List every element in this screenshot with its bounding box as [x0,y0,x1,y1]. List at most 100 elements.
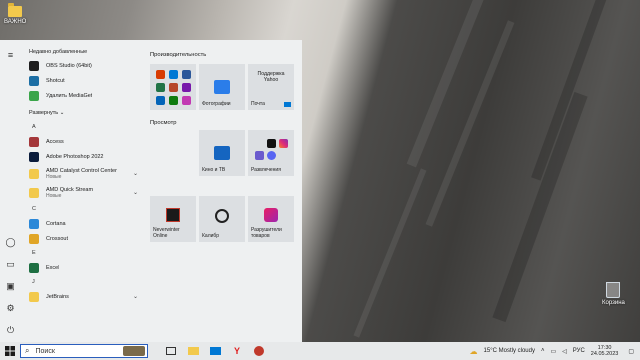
mail-icon [284,102,291,107]
weather-icon: ☁ [469,346,478,356]
system-tray: ☁ 15°C Mostly cloudy ˄ ▭ ◁ РУС 17:30 24.… [470,342,640,360]
caliber-icon [215,209,229,223]
tile-neverwinter[interactable]: Neverwinter Online [150,196,196,242]
desktop-folder-important[interactable]: ВАЖНО [4,3,27,25]
entertainment-apps-icon [254,138,288,160]
rock-texture [425,20,515,227]
folder-icon [29,187,39,198]
recent-app-item[interactable]: Shotcut [24,73,146,88]
start-menu: ≡ ◯ ▭ ▣ ⚙ ⏻ Недавно добавленные OBS Stud… [0,40,302,343]
app-label: AMD Quick Stream Новые [46,186,94,199]
photoshop-icon [29,151,39,162]
hamburger-menu-button[interactable]: ≡ [0,44,21,66]
rock-texture [531,0,609,181]
notifications-icon[interactable]: ▢ [628,348,634,355]
search-box[interactable]: ⌕ Поиск [20,344,148,358]
app-list-item[interactable]: Access [24,134,146,149]
clock[interactable]: 17:30 24.05.2023 [591,345,619,358]
folder-icon [29,168,39,179]
app-list-item[interactable]: Cortana [24,216,146,231]
pictures-button[interactable]: ▣ [0,275,21,297]
start-button[interactable] [0,342,20,360]
shotcut-icon [29,75,39,86]
desktop-recycle-bin[interactable]: Корзина [602,282,625,306]
app-list-item[interactable]: Crossout [24,231,146,246]
group-title-productivity: Производительность [150,52,207,58]
volume-icon[interactable]: ◁ [562,348,567,355]
search-placeholder: Поиск [35,347,55,355]
language-indicator[interactable]: РУС [573,348,585,354]
power-icon: ⏻ [6,324,15,335]
neverwinter-icon [166,208,180,222]
chevron-down-icon: ⌄ [132,171,138,177]
taskbar-task-view[interactable] [160,342,182,360]
tile-photos[interactable]: Фотографии [199,64,245,110]
app-label: AMD Catalyst Control Center Новые [46,167,117,180]
app-list-item[interactable]: JetBrains ⌄ [24,289,146,304]
taskbar-yandex-browser[interactable]: Y [226,342,248,360]
photos-icon [214,80,230,94]
weather-text[interactable]: 15°C Mostly cloudy [484,348,535,354]
settings-button[interactable]: ⚙ [0,297,21,319]
app-sublabel: Новые [46,173,62,180]
tile-goods-label: Разрушители товаров [251,227,282,239]
app-list-item[interactable]: Adobe Photoshop 2022 [24,149,146,164]
documents-button[interactable]: ▭ [0,253,21,275]
folder-icon [8,3,23,17]
app-icon [254,346,264,356]
recycle-bin-label: Корзина [602,300,625,306]
tile-movies-tv[interactable]: Кино и ТВ [199,130,245,176]
group-title-browse: Просмотр [150,120,177,126]
tile-yahoo-label: Поддержка Yahoo [257,71,285,83]
crossout-icon [29,233,39,244]
taskbar: ⌕ Поиск Y ☁ 15°C Mostly cloudy ˄ ▭ ◁ РУС… [0,342,640,360]
tile-caliber[interactable]: Калибр [199,196,245,242]
network-icon[interactable]: ▭ [550,348,556,355]
app-list-item[interactable]: Excel [24,260,146,275]
section-letter[interactable]: A [24,120,146,134]
section-letter[interactable]: C [24,202,146,216]
tile-office[interactable] [150,64,196,110]
chevron-up-icon[interactable]: ˄ [541,348,545,354]
tiles-area: Производительность Фотографии Поддержка Y… [150,40,300,343]
tile-mail-label: Почта [251,101,265,107]
clock-date: 24.05.2023 [590,351,619,357]
power-button[interactable]: ⏻ [0,319,21,341]
mediaget-icon [29,90,39,101]
excel-icon [29,262,39,273]
yandex-icon: Y [233,346,240,356]
taskbar-app[interactable] [248,342,270,360]
chevron-down-icon: ⌄ [59,110,65,116]
app-sublabel: Новые [46,192,62,199]
recent-app-item[interactable]: Удалить MediaGet [24,88,146,103]
document-icon: ▭ [6,258,15,269]
app-label: OBS Studio (64bit) [46,62,92,69]
tile-goods-destroyers[interactable]: Разрушители товаров [248,196,294,242]
taskbar-explorer[interactable] [182,342,204,360]
app-label: Access [46,138,64,145]
app-list-item[interactable]: AMD Quick Stream Новые ⌄ [24,183,146,202]
taskbar-mail[interactable] [204,342,226,360]
office-apps-icon [155,69,191,105]
obs-icon [29,60,39,71]
app-label: Shotcut [46,77,65,84]
user-account-button[interactable]: ◯ [0,231,21,253]
tile-photos-label: Фотографии [202,101,231,107]
chevron-down-icon: ⌄ [132,190,138,196]
mail-icon [209,347,221,355]
user-icon: ◯ [5,236,16,247]
section-letter[interactable]: E [24,246,146,260]
tile-yahoo-support[interactable]: Поддержка Yahoo Почта [248,64,294,110]
access-icon [29,136,39,147]
app-list-item[interactable]: AMD Catalyst Control Center Новые ⌄ [24,164,146,183]
desktop-folder-label: ВАЖНО [4,19,27,25]
picture-icon: ▣ [6,280,15,291]
section-letter[interactable]: J [24,275,146,289]
movies-tv-icon [214,146,230,160]
tile-entertainment[interactable]: Развлечения [248,130,294,176]
gear-icon: ⚙ [6,302,15,313]
recent-app-item[interactable]: OBS Studio (64bit) [24,58,146,73]
expand-label: Развернуть [29,110,59,116]
expand-button[interactable]: Развернуть ⌄ [24,106,146,120]
app-label: Excel [46,264,60,271]
